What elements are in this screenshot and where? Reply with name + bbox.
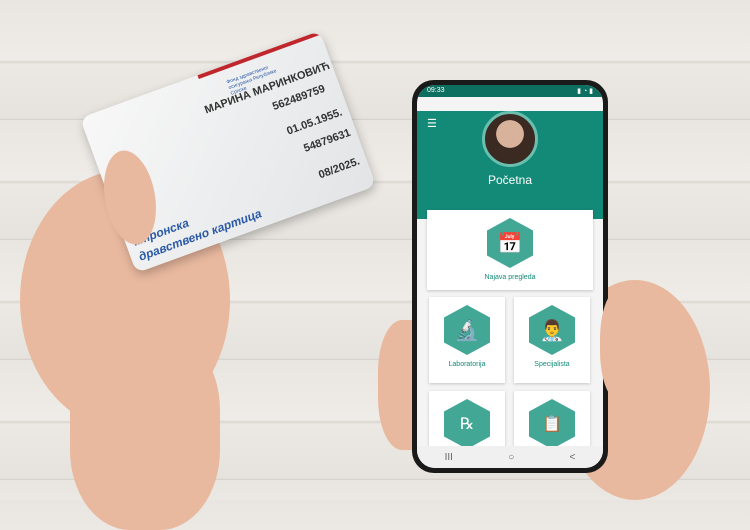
tile-najava-pregleda[interactable]: 📅 Najava pregleda: [427, 210, 593, 290]
card-expiry: 08/2025.: [317, 155, 362, 182]
calendar-clock-icon: 📅: [487, 218, 533, 268]
status-time: 09:33: [427, 87, 445, 94]
microscope-icon: 🔬: [444, 305, 490, 355]
smartphone: 09:33 ▮ ◔ ▮ ☰ Početna 📅 Najava pregleda 🔬 L…: [412, 80, 608, 473]
android-nav-bar: III ○ <: [417, 446, 603, 468]
prescription-icon: ℞: [444, 399, 490, 449]
status-icons: ▮ ◔ ▮: [577, 88, 593, 95]
back-button[interactable]: <: [570, 452, 576, 463]
page-title: Početna: [487, 173, 533, 187]
home-button[interactable]: ○: [508, 452, 514, 463]
doctor-icon: 👨‍⚕: [529, 305, 575, 355]
tile-laboratorija[interactable]: 🔬 Laboratorija: [429, 297, 505, 383]
tile-specijalista[interactable]: 👨‍⚕ Specijalista: [514, 297, 590, 383]
app-header: ☰ Početna: [417, 111, 603, 219]
app-screen: 09:33 ▮ ◔ ▮ ☰ Početna 📅 Najava pregleda 🔬 L…: [417, 85, 603, 468]
hamburger-menu-icon[interactable]: ☰: [427, 117, 437, 130]
right-thumb: [600, 290, 640, 400]
status-bar: 09:33 ▮ ◔ ▮: [417, 85, 603, 97]
card-id: 54879631: [302, 126, 353, 155]
avatar[interactable]: [482, 111, 538, 167]
recent-apps-button[interactable]: III: [445, 452, 453, 463]
medical-record-icon: 📋: [529, 399, 575, 449]
tile-label: Specijalista: [534, 361, 570, 368]
tile-label: Laboratorija: [448, 361, 486, 368]
tile-label: Najava pregleda: [484, 274, 536, 281]
tile-prescription[interactable]: ℞: [429, 391, 505, 451]
tile-medical-record[interactable]: 📋: [514, 391, 590, 451]
left-wrist: [70, 330, 220, 530]
